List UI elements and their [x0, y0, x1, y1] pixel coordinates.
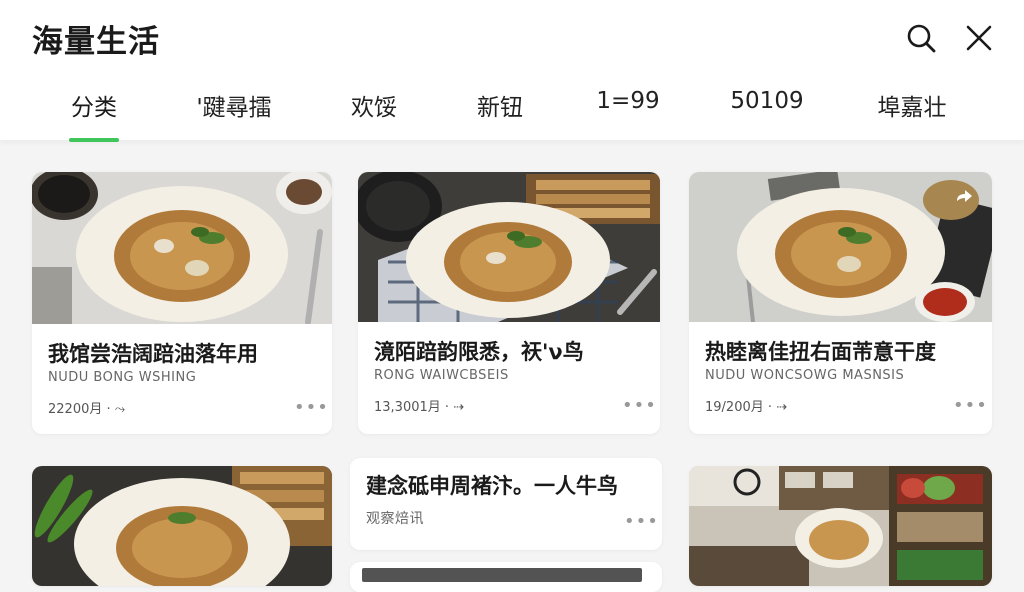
more-button[interactable]: •••: [294, 399, 329, 417]
food-photo: [689, 172, 992, 322]
card-title: 我馆尝浩阔踣油落年用: [48, 342, 258, 366]
app-title: 海量生活: [32, 24, 160, 60]
article-card[interactable]: 建念砥申周褚汴。一人牛鸟 观察焙讯 •••: [350, 458, 662, 550]
recipe-card[interactable]: [32, 466, 332, 586]
food-photo: [689, 466, 992, 586]
close-icon[interactable]: [961, 20, 997, 56]
top-bar: 海量生活 分类 '踺尋擂 欢馁 新钮 1=99 50109 埠嘉壮: [0, 0, 1024, 142]
tab-7[interactable]: 埠嘉壮: [878, 88, 947, 122]
article-card[interactable]: [350, 562, 662, 592]
more-button[interactable]: •••: [622, 397, 657, 415]
active-tab-indicator: [69, 138, 119, 142]
recipe-card[interactable]: 滰陌踣韵限悉，祆'ν鸟 RONG WAIWCBSEIS 13,3001月 · ⇢…: [358, 172, 660, 434]
card-meta: 22200月 · ⤳: [48, 402, 126, 417]
food-photo: [32, 172, 332, 324]
share-icon[interactable]: [952, 186, 976, 210]
tab-2[interactable]: '踺尋擂: [196, 88, 271, 122]
card-title: 滰陌踣韵限悉，祆'ν鸟: [374, 340, 584, 364]
card-meta: 13,3001月 · ⇢: [374, 400, 465, 415]
card-subtitle: NUDU WONCSOWG MASNSIS: [705, 368, 905, 383]
category-tabs: 分类 '踺尋擂 欢馁 新钮 1=99 50109 埠嘉壮: [0, 88, 1024, 138]
tab-5[interactable]: 1=99: [596, 88, 659, 114]
card-subtitle: RONG WAIWCBSEIS: [374, 368, 509, 383]
card-title-partial: [362, 568, 642, 582]
search-icon[interactable]: [903, 20, 939, 56]
recipe-card[interactable]: 我馆尝浩阔踣油落年用 NUDU BONG WSHING 22200月 · ⤳ •…: [32, 172, 332, 434]
card-subtitle: NUDU BONG WSHING: [48, 370, 197, 385]
tab-3[interactable]: 欢馁: [351, 88, 397, 122]
tab-6[interactable]: 50109: [730, 88, 803, 114]
food-photo: [358, 172, 660, 322]
card-title: 热睦离佳扭右面芾意干度: [705, 340, 936, 364]
recipe-card[interactable]: 热睦离佳扭右面芾意干度 NUDU WONCSOWG MASNSIS 19/200…: [689, 172, 992, 434]
more-button[interactable]: •••: [953, 397, 988, 415]
card-title: 建念砥申周褚汴。一人牛鸟: [366, 474, 618, 498]
tab-4[interactable]: 新钮: [477, 88, 523, 122]
card-subtitle: 观察焙讯: [366, 511, 424, 527]
more-button[interactable]: •••: [624, 513, 659, 531]
food-photo: [32, 466, 332, 586]
recipe-card[interactable]: [689, 466, 992, 586]
card-meta: 19/200月 · ⇢: [705, 400, 788, 415]
tab-category[interactable]: 分类: [71, 88, 117, 122]
